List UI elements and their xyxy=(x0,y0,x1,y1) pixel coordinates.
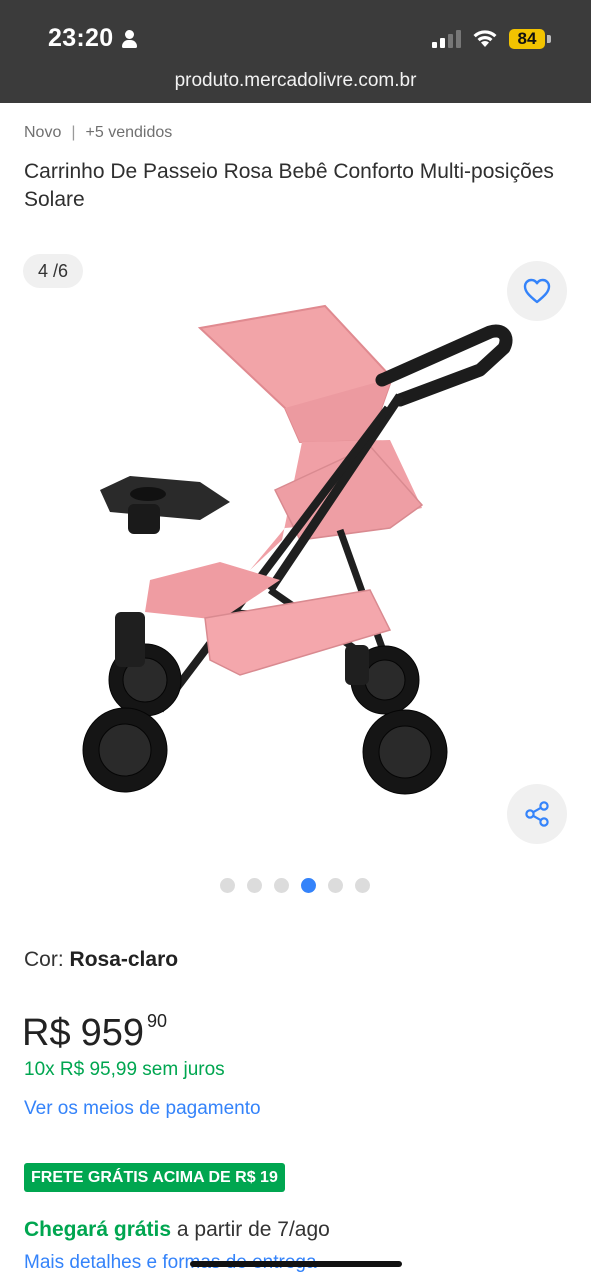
gallery-dot-4-active[interactable] xyxy=(301,878,316,893)
home-indicator xyxy=(190,1261,402,1267)
price: R$ 959 90 xyxy=(22,1008,167,1058)
person-icon xyxy=(121,29,138,49)
share-button[interactable] xyxy=(507,784,567,844)
battery-icon: 84 xyxy=(509,29,545,49)
price-integer: 959 xyxy=(80,1012,144,1054)
color-selector: Cor: Rosa-claro xyxy=(24,948,178,972)
address-bar[interactable]: produto.mercadolivre.com.br xyxy=(0,70,591,92)
product-meta: Novo | +5 vendidos xyxy=(24,124,172,142)
browser-top-bar: 23:20 84 produto.mercadolivre.com.br xyxy=(0,0,591,103)
share-icon xyxy=(525,801,549,827)
payment-methods-link[interactable]: Ver os meios de pagamento xyxy=(24,1098,261,1120)
gallery-dot-2[interactable] xyxy=(247,878,262,893)
gallery-dot-6[interactable] xyxy=(355,878,370,893)
sold-count: +5 vendidos xyxy=(85,124,173,141)
color-label: Cor: xyxy=(24,948,64,971)
status-time-label: 23:20 xyxy=(48,24,114,52)
product-title: Carrinho De Passeio Rosa Bebê Conforto M… xyxy=(24,160,554,211)
gallery-dot-3[interactable] xyxy=(274,878,289,893)
status-time: 23:20 xyxy=(48,24,138,53)
price-cents: 90 xyxy=(146,1011,168,1031)
gallery-counter: 4 /6 xyxy=(23,254,83,288)
installments-text: 10x R$ 95,99 sem juros xyxy=(24,1059,225,1080)
battery-tip xyxy=(547,35,551,43)
free-shipping-badge: FRETE GRÁTIS ACIMA DE R$ 19 xyxy=(24,1163,285,1192)
delivery-info: Chegará grátis a partir de 7/ago xyxy=(24,1218,330,1242)
cellular-signal-icon xyxy=(432,30,461,48)
gallery-pagination xyxy=(220,878,370,893)
gallery-dot-5[interactable] xyxy=(328,878,343,893)
color-value: Rosa-claro xyxy=(69,948,179,971)
meta-separator: | xyxy=(71,124,76,141)
condition-label: Novo xyxy=(24,124,62,141)
gallery-dot-1[interactable] xyxy=(220,878,235,893)
delivery-date: a partir de 7/ago xyxy=(176,1218,330,1241)
wifi-icon xyxy=(473,30,497,47)
price-currency: R$ xyxy=(22,1012,71,1054)
delivery-free-label: Chegará grátis xyxy=(24,1218,172,1241)
product-image[interactable] xyxy=(70,290,530,820)
